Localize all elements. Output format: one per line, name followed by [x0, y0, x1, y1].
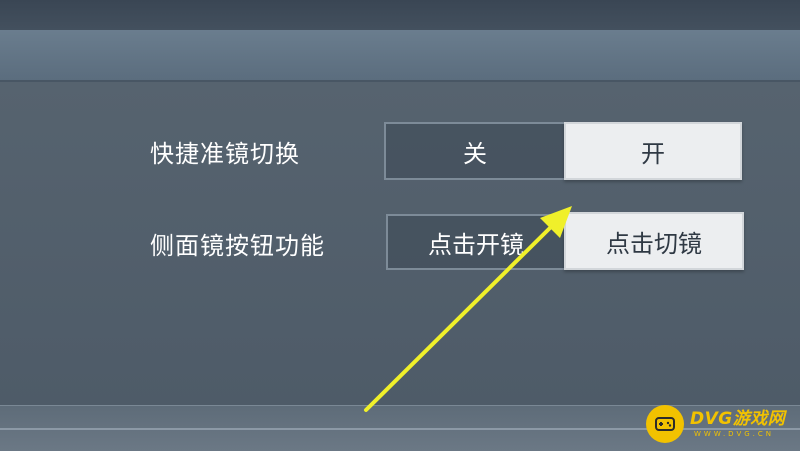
watermark-url: WWW.DVG.CN	[694, 429, 775, 438]
side-scope-click-open-option[interactable]: 点击开镜	[386, 214, 566, 270]
header-bar	[0, 30, 800, 82]
quick-scope-switch-on-option[interactable]: 开	[564, 122, 742, 180]
quick-scope-switch-label: 快捷准镜切换	[150, 140, 300, 168]
top-band	[0, 0, 800, 30]
quick-scope-switch-off-option[interactable]: 关	[384, 122, 566, 180]
watermark: DVG游戏网 WWW.DVG.CN	[646, 404, 785, 444]
side-scope-button-function-label: 侧面镜按钮功能	[150, 232, 325, 260]
watermark-title: DVG游戏网	[690, 408, 786, 429]
gamepad-logo-icon	[646, 405, 684, 443]
side-scope-click-switch-option[interactable]: 点击切镜	[564, 212, 744, 270]
